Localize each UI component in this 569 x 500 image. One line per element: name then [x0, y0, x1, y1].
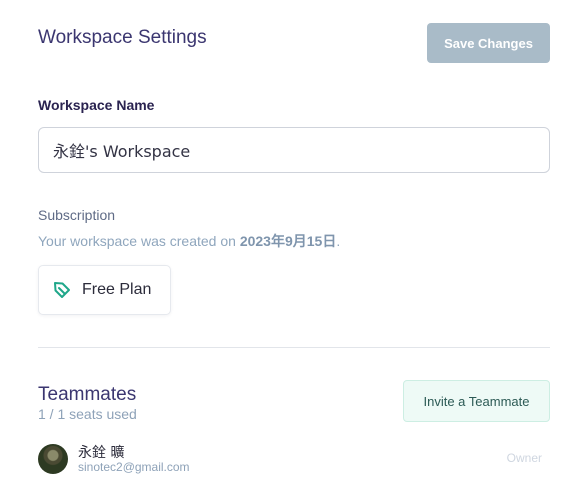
member-role: Owner: [506, 451, 542, 465]
created-suffix: .: [336, 233, 341, 249]
workspace-name-input[interactable]: [38, 127, 550, 173]
member-email: sinotec2@gmail.com: [78, 460, 190, 474]
member-row: 永銓 曠 sinotec2@gmail.com Owner: [38, 442, 550, 478]
subscription-heading: Subscription: [38, 207, 116, 223]
member-name: 永銓 曠: [78, 445, 125, 461]
page-title: Workspace Settings: [38, 27, 207, 48]
created-prefix: Your workspace was created on: [38, 233, 240, 249]
section-divider: [38, 347, 550, 348]
workspace-name-label: Workspace Name: [38, 97, 155, 113]
leaf-tag-icon: [52, 280, 72, 300]
invite-teammate-button[interactable]: Invite a Teammate: [403, 380, 550, 422]
save-changes-button[interactable]: Save Changes: [427, 23, 550, 63]
teammates-heading: Teammates: [38, 384, 137, 405]
plan-label: Free Plan: [82, 281, 152, 298]
created-date: 2023年9月15日: [239, 233, 337, 249]
avatar: [38, 444, 68, 474]
subscription-created-text: Your workspace was created on 2023年9月15日…: [38, 231, 340, 251]
seats-used-text: 1 / 1 seats used: [38, 406, 137, 422]
plan-card: Free Plan: [38, 265, 171, 315]
